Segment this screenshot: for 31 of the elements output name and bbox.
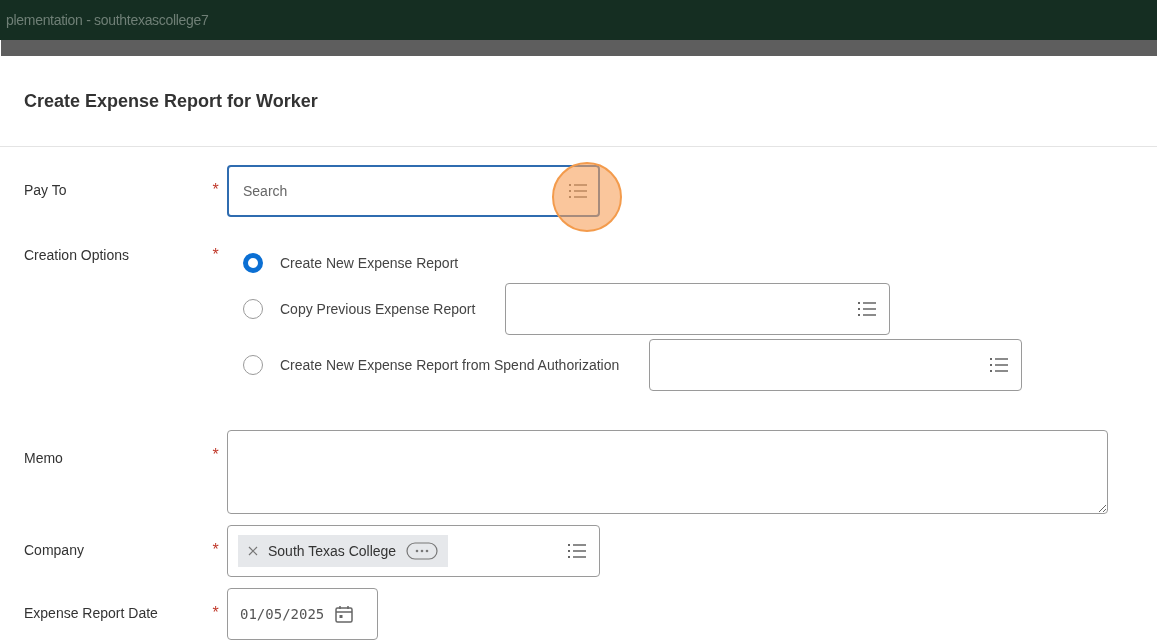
more-icon[interactable] xyxy=(406,542,439,560)
prompt-field[interactable] xyxy=(505,283,891,335)
list-icon[interactable] xyxy=(857,301,878,317)
required-mark: * xyxy=(211,180,220,199)
option-label: Create New Expense Report from Spend Authorization xyxy=(280,357,620,373)
calendar-icon[interactable] xyxy=(334,604,355,624)
required-mark: * xyxy=(211,540,220,559)
prompt-field[interactable] xyxy=(649,339,1023,391)
remove-icon[interactable] xyxy=(248,546,258,556)
field-label: Pay To xyxy=(24,181,68,198)
chip-text: South Texas College xyxy=(268,543,397,559)
radio-button[interactable] xyxy=(243,299,263,319)
field-label: Company xyxy=(24,541,85,558)
required-mark: * xyxy=(211,445,220,464)
list-icon[interactable] xyxy=(567,543,587,559)
search-field[interactable]: Search xyxy=(227,165,600,217)
radio-button[interactable] xyxy=(243,355,263,375)
window-title: plementation - southtexascollege7 xyxy=(6,12,209,28)
option-label: Create New Expense Report xyxy=(280,255,459,271)
field-label: Expense Report Date xyxy=(24,604,159,621)
required-mark: * xyxy=(211,603,220,622)
date-field[interactable]: 01/05/2025 xyxy=(227,588,378,640)
memo-field[interactable] xyxy=(227,430,1108,514)
field-label: Memo xyxy=(24,449,64,466)
page-title: Create Expense Report for Worker xyxy=(24,90,318,112)
option-label: Copy Previous Expense Report xyxy=(280,301,476,317)
list-icon[interactable] xyxy=(989,357,1010,373)
required-mark: * xyxy=(211,245,220,264)
company-field[interactable]: South Texas College xyxy=(227,525,600,577)
radio-button[interactable] xyxy=(243,253,263,273)
field-label: Creation Options xyxy=(24,246,131,263)
